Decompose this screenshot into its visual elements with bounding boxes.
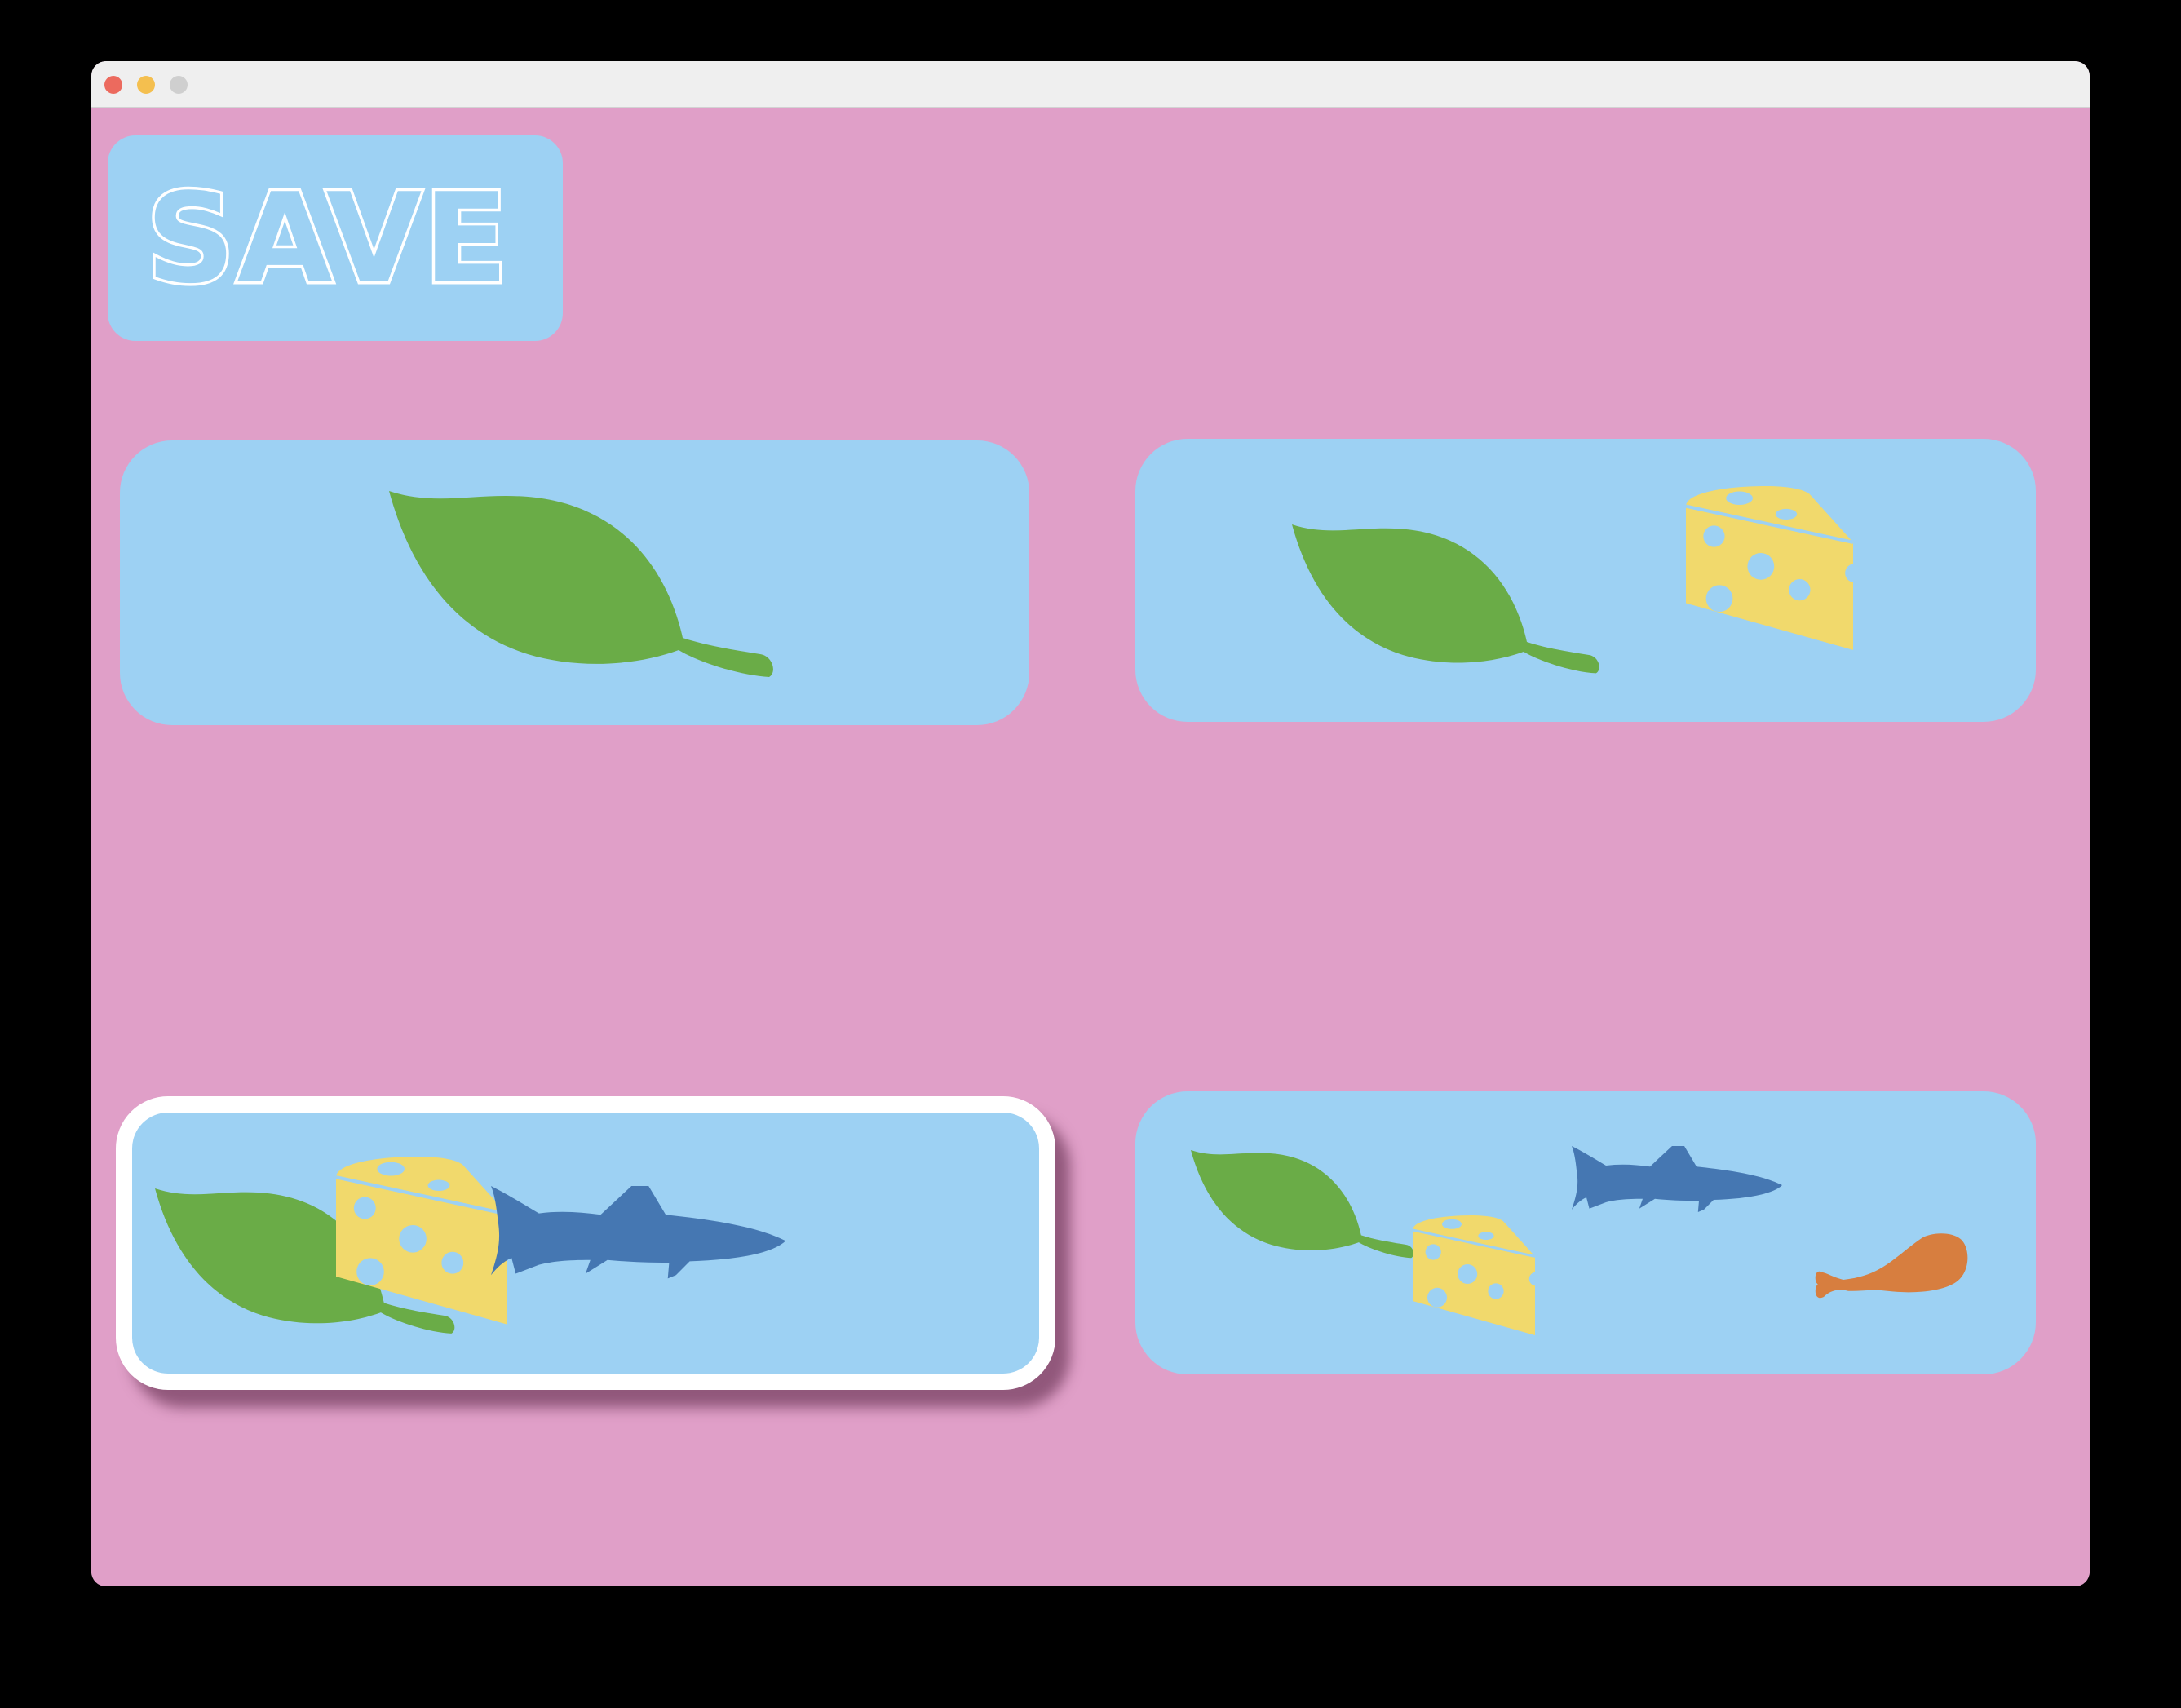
zoom-window-icon[interactable] xyxy=(170,76,188,94)
save-button[interactable]: SAVE xyxy=(108,135,563,341)
close-window-icon[interactable] xyxy=(104,76,122,94)
leaf-icon xyxy=(389,491,773,677)
food-option-1[interactable] xyxy=(120,440,1029,725)
app-window: SAVE xyxy=(91,61,2090,1586)
fish-icon xyxy=(1572,1146,1782,1212)
leaf-icon xyxy=(1292,524,1599,674)
food-option-2-art xyxy=(1292,439,2036,674)
cheese-icon xyxy=(1411,1214,1545,1337)
food-option-4-art xyxy=(1191,1146,1968,1337)
fish-icon xyxy=(491,1186,786,1279)
cheese-icon xyxy=(1686,486,1864,650)
food-option-3-selected[interactable] xyxy=(116,1096,1055,1390)
title-bar xyxy=(91,61,2090,108)
minimize-window-icon[interactable] xyxy=(137,76,155,94)
food-option-4[interactable] xyxy=(1135,1091,2036,1374)
drumstick-icon xyxy=(1815,1233,1968,1299)
save-button-label: SAVE xyxy=(143,163,511,313)
leaf-icon xyxy=(1191,1150,1414,1259)
main-canvas: SAVE xyxy=(91,108,2090,1586)
food-option-1-art xyxy=(389,491,773,677)
food-option-3-art xyxy=(155,1113,786,1334)
food-option-2[interactable] xyxy=(1135,439,2036,722)
